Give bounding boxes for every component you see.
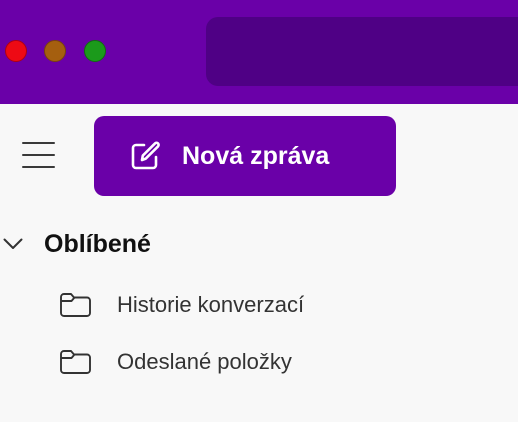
hamburger-line [22,154,55,156]
folder-icon [60,293,91,317]
window-minimize-button[interactable] [44,40,66,62]
window-close-button[interactable] [5,40,27,62]
favorites-section-header[interactable]: Oblíbené [0,226,300,262]
folder-label: Odeslané položky [117,349,292,374]
hamburger-line [22,142,55,144]
folder-item-historie-konverzaci[interactable]: Historie konverzací [0,282,518,326]
folder-label: Historie konverzací [117,292,305,317]
new-message-label: Nová zpráva [182,142,330,170]
folder-item-odeslane-polozky[interactable]: Odeslané položky [0,339,518,383]
folder-icon [60,350,91,374]
new-message-button[interactable]: Nová zpráva [94,116,396,196]
search-box[interactable] [206,17,518,86]
chevron-down-icon [3,238,23,249]
favorites-title: Oblíbené [44,230,151,258]
window-maximize-button[interactable] [84,40,106,62]
hamburger-menu-button[interactable] [22,142,55,168]
compose-icon [131,141,160,170]
title-bar [0,0,518,104]
hamburger-line [22,166,55,168]
